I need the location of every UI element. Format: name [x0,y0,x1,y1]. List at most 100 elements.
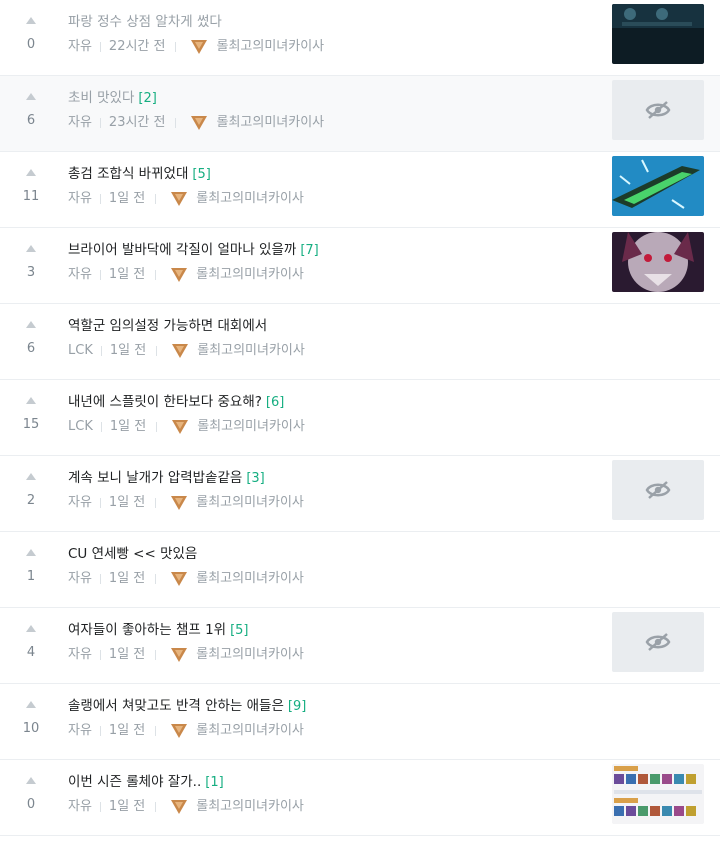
post-author[interactable]: 롤최고의미녀카이사 [196,798,304,816]
upvote-arrow-icon[interactable] [26,777,36,784]
post-thumbnail[interactable] [612,764,704,824]
comment-count[interactable]: [6] [266,395,284,410]
rank-emblem-icon [191,40,208,54]
post-category[interactable]: 자유 [68,722,92,740]
post-title-text[interactable]: 역할군 임의설정 가능하면 대회에서 [68,318,267,334]
post-row[interactable]: 1 CU 연세빵 << 맛있음 자유 1일 전 롤최고의미녀카이사 [0,532,720,608]
upvote-arrow-icon[interactable] [26,625,36,632]
post-category[interactable]: LCK [68,342,93,360]
post-thumbnail[interactable] [612,232,704,292]
upvote-arrow-icon[interactable] [26,397,36,404]
post-author[interactable]: 롤최고의미녀카이사 [196,646,304,664]
divider [155,270,157,280]
post-title[interactable]: 파랑 정수 상점 알차게 썼다 [68,12,222,32]
post-row[interactable]: 0 파랑 정수 상점 알차게 썼다 자유 22시간 전 롤최고의미녀카이사 [0,0,720,76]
post-title[interactable]: 총검 조합식 바뀌었대 [5] [68,164,211,184]
vote-count: 1 [26,569,36,584]
post-row[interactable]: 3 브라이어 발바닥에 각질이 얼마나 있을까 [7] 자유 1일 전 롤최고의미… [0,228,720,304]
post-category[interactable]: 자유 [68,266,92,284]
post-title[interactable]: 초비 맛있다 [2] [68,88,157,108]
post-author[interactable]: 롤최고의미녀카이사 [197,342,305,360]
post-title[interactable]: 역할군 임의설정 가능하면 대회에서 [68,316,267,336]
post-category[interactable]: 자유 [68,190,92,208]
vote-count: 10 [22,721,40,736]
comment-count[interactable]: [2] [138,91,156,106]
post-title[interactable]: CU 연세빵 << 맛있음 [68,544,197,564]
divider [175,42,177,52]
post-title-text[interactable]: 여자들이 좋아하는 챔프 1위 [68,622,226,638]
post-category[interactable]: 자유 [68,798,92,816]
rank-emblem-icon [172,344,189,358]
upvote-arrow-icon[interactable] [26,245,36,252]
post-category[interactable]: 자유 [68,570,92,588]
post-category[interactable]: 자유 [68,494,92,512]
post-author[interactable]: 롤최고의미녀카이사 [216,114,324,132]
post-author[interactable]: 롤최고의미녀카이사 [196,722,304,740]
post-title[interactable]: 이번 시즌 롤체야 잘가.. [1] [68,772,224,792]
comment-count[interactable]: [7] [300,243,318,258]
vote-count: 6 [26,113,36,128]
divider [99,42,101,52]
rank-emblem-icon [171,572,188,586]
post-row[interactable]: 0 이번 시즌 롤체야 잘가.. [1] 자유 1일 전 롤최고의미녀카이사 [0,760,720,836]
post-thumbnail[interactable] [612,4,704,64]
post-author[interactable]: 롤최고의미녀카이사 [196,494,304,512]
post-category[interactable]: 자유 [68,38,92,56]
post-title-text[interactable]: 총검 조합식 바뀌었대 [68,166,188,182]
upvote-arrow-icon[interactable] [26,473,36,480]
upvote-arrow-icon[interactable] [26,321,36,328]
post-meta: 자유 1일 전 롤최고의미녀카이사 [68,798,304,816]
post-row[interactable]: 15 내년에 스플릿이 한타보다 중요해? [6] LCK 1일 전 롤최고의미녀… [0,380,720,456]
post-row[interactable]: 2 계속 보니 날개가 압력밥솥같음 [3] 자유 1일 전 롤최고의미녀카이사 [0,456,720,532]
post-author[interactable]: 롤최고의미녀카이사 [216,38,324,56]
divider [99,574,101,584]
post-author[interactable]: 롤최고의미녀카이사 [196,570,304,588]
post-row[interactable]: 11 총검 조합식 바뀌었대 [5] 자유 1일 전 롤최고의미녀카이사 [0,152,720,228]
upvote-arrow-icon[interactable] [26,701,36,708]
post-title[interactable]: 계속 보니 날개가 압력밥솥같음 [3] [68,468,265,488]
post-title-text[interactable]: 이번 시즌 롤체야 잘가.. [68,774,201,790]
rank-emblem-icon [171,192,188,206]
post-title-text[interactable]: 브라이어 발바닥에 각질이 얼마나 있을까 [68,242,296,258]
vote-box: 1 [0,532,62,607]
comment-count[interactable]: [5] [230,623,248,638]
comment-count[interactable]: [1] [205,775,223,790]
post-row[interactable]: 4 여자들이 좋아하는 챔프 1위 [5] 자유 1일 전 롤최고의미녀카이사 [0,608,720,684]
vote-box: 11 [0,152,62,227]
post-thumbnail-hidden[interactable] [612,80,704,140]
post-thumbnail-hidden[interactable] [612,460,704,520]
vote-count: 15 [22,417,40,432]
post-title[interactable]: 여자들이 좋아하는 챔프 1위 [5] [68,620,249,640]
post-row[interactable]: 10 솔랭에서 쳐맞고도 반격 안하는 애들은 [9] 자유 1일 전 롤최고의미… [0,684,720,760]
upvote-arrow-icon[interactable] [26,93,36,100]
comment-count[interactable]: [9] [288,699,306,714]
comment-count[interactable]: [3] [246,471,264,486]
post-row[interactable]: 6 역할군 임의설정 가능하면 대회에서 LCK 1일 전 롤최고의미녀카이사 [0,304,720,380]
post-time: 1일 전 [108,723,146,738]
post-meta: LCK 1일 전 롤최고의미녀카이사 [68,418,305,436]
comment-count[interactable]: [5] [192,167,210,182]
post-author[interactable]: 롤최고의미녀카이사 [196,190,304,208]
post-thumbnail[interactable] [612,156,704,216]
divider [99,650,101,660]
post-author[interactable]: 롤최고의미녀카이사 [196,266,304,284]
post-thumbnail-hidden[interactable] [612,612,704,672]
upvote-arrow-icon[interactable] [26,549,36,556]
upvote-arrow-icon[interactable] [26,169,36,176]
post-row[interactable]: 6 초비 맛있다 [2] 자유 23시간 전 롤최고의미녀카이사 [0,76,720,152]
post-title[interactable]: 솔랭에서 쳐맞고도 반격 안하는 애들은 [9] [68,696,306,716]
post-category[interactable]: 자유 [68,114,92,132]
post-title-text[interactable]: 내년에 스플릿이 한타보다 중요해? [68,394,262,410]
post-category[interactable]: 자유 [68,646,92,664]
post-category[interactable]: LCK [68,418,93,436]
rank-emblem-icon [171,724,188,738]
post-title-text[interactable]: 파랑 정수 상점 알차게 썼다 [68,14,222,30]
post-title-text[interactable]: 초비 맛있다 [68,90,134,106]
post-title[interactable]: 내년에 스플릿이 한타보다 중요해? [6] [68,392,284,412]
post-title-text[interactable]: CU 연세빵 << 맛있음 [68,546,197,562]
post-author[interactable]: 롤최고의미녀카이사 [197,418,305,436]
upvote-arrow-icon[interactable] [26,17,36,24]
post-title-text[interactable]: 계속 보니 날개가 압력밥솥같음 [68,470,242,486]
post-title[interactable]: 브라이어 발바닥에 각질이 얼마나 있을까 [7] [68,240,319,260]
post-title-text[interactable]: 솔랭에서 쳐맞고도 반격 안하는 애들은 [68,698,284,714]
